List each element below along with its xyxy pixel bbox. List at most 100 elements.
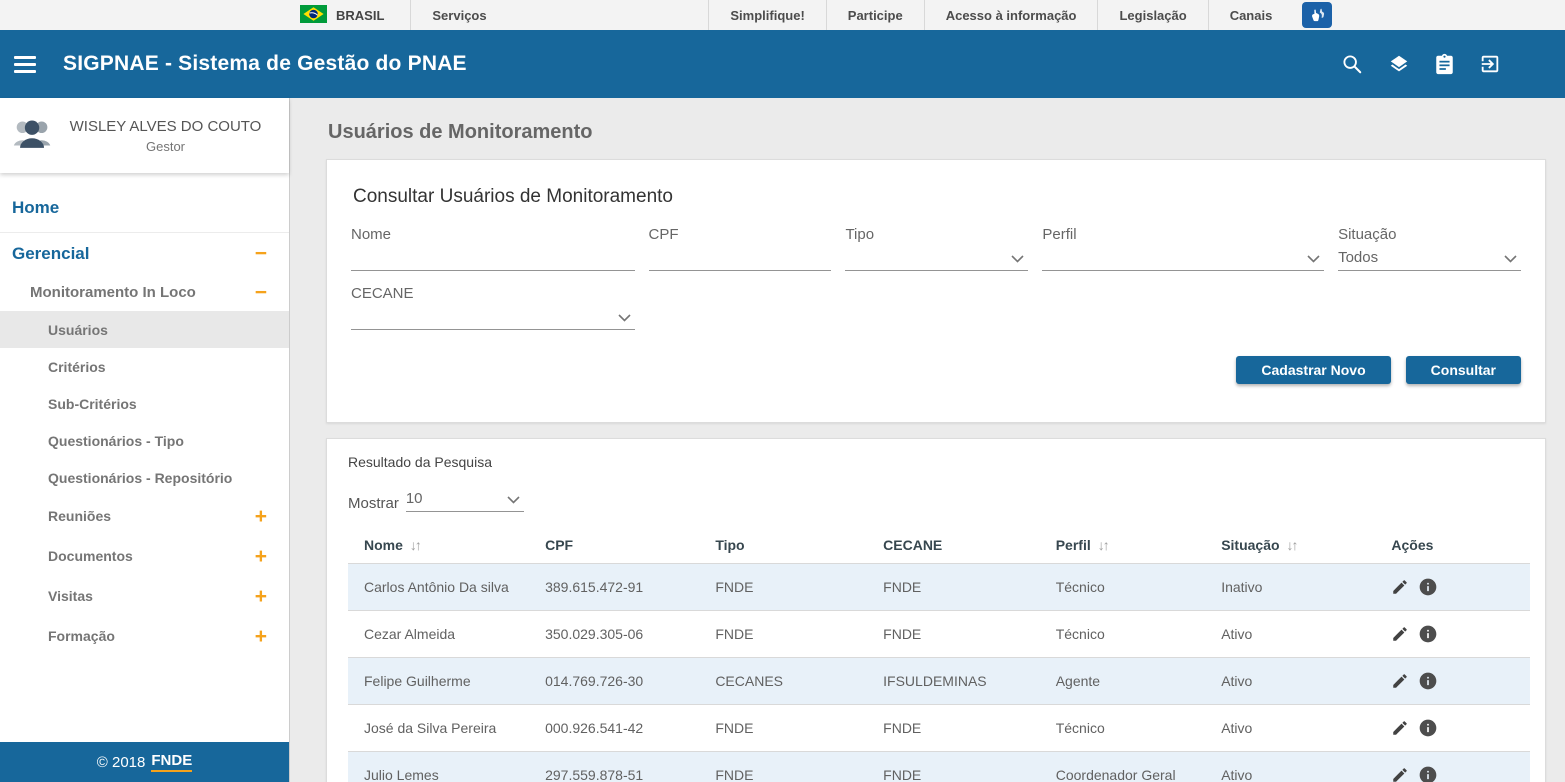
sort-icon[interactable]: ↓↑ — [410, 537, 420, 553]
collapse-icon[interactable]: − — [255, 282, 267, 303]
sort-icon[interactable]: ↓↑ — [1287, 537, 1297, 553]
cell-nome: José da Silva Pereira — [348, 705, 537, 752]
cell-nome: Julio Lemes — [348, 752, 537, 782]
cecane-select[interactable] — [351, 304, 635, 330]
sidebar-item-formacao[interactable]: Formação + — [0, 616, 289, 656]
sidebar-footer: © 2018 FNDE — [0, 742, 289, 782]
field-cpf: CPF — [649, 226, 832, 271]
sidebar-item-usuarios[interactable]: Usuários — [0, 311, 289, 348]
info-icon[interactable] — [1418, 577, 1438, 597]
sidebar-item-label: Documentos — [48, 548, 133, 564]
page-title: Usuários de Monitoramento — [328, 121, 1546, 144]
cell-tipo: FNDE — [707, 564, 875, 611]
sidebar-item-criterios[interactable]: Critérios — [0, 348, 289, 385]
cell-tipo: FNDE — [707, 752, 875, 782]
sort-icon[interactable]: ↓↑ — [1098, 537, 1108, 553]
info-icon[interactable] — [1418, 765, 1438, 782]
col-header-perfil[interactable]: Perfil↓↑ — [1048, 527, 1213, 564]
expand-icon[interactable]: + — [255, 546, 267, 567]
main-content: Usuários de Monitoramento Consultar Usuá… — [290, 98, 1565, 782]
cell-cpf: 350.029.305-06 — [537, 611, 707, 658]
tipo-select[interactable] — [845, 245, 1028, 271]
consultar-button[interactable]: Consultar — [1406, 356, 1521, 384]
results-card: Resultado da Pesquisa Mostrar 10 — [326, 438, 1546, 782]
field-tipo: Tipo — [845, 226, 1028, 271]
clipboard-icon[interactable] — [1435, 53, 1454, 75]
edit-icon[interactable] — [1391, 719, 1409, 737]
cell-situacao: Ativo — [1213, 658, 1383, 705]
layers-icon[interactable] — [1388, 53, 1410, 75]
cell-perfil: Agente — [1048, 658, 1213, 705]
table-row: Julio Lemes 297.559.878-51 FNDE FNDE Coo… — [348, 752, 1530, 782]
user-avatar-icon — [10, 113, 56, 158]
gov-brand-label: BRASIL — [336, 8, 384, 23]
info-icon[interactable] — [1418, 624, 1438, 644]
brazil-flag-icon — [300, 5, 327, 26]
info-icon[interactable] — [1418, 718, 1438, 738]
sidebar-item-sub-criterios[interactable]: Sub-Critérios — [0, 385, 289, 422]
sidebar-item-label: Formação — [48, 628, 115, 644]
gov-link-simplifique[interactable]: Simplifique! — [709, 0, 825, 30]
sidebar-item-label: Questionários - Repositório — [48, 470, 232, 486]
edit-icon[interactable] — [1391, 672, 1409, 690]
col-header-acoes: Ações — [1383, 527, 1530, 564]
expand-icon[interactable]: + — [255, 586, 267, 607]
info-icon[interactable] — [1418, 671, 1438, 691]
chevron-down-icon — [1307, 255, 1320, 263]
gov-link-participe[interactable]: Participe — [827, 0, 924, 30]
cell-situacao: Ativo — [1213, 752, 1383, 782]
gov-link-acesso-informacao[interactable]: Acesso à informação — [925, 0, 1098, 30]
search-icon[interactable] — [1341, 53, 1363, 75]
search-card-title: Consultar Usuários de Monitoramento — [353, 186, 1521, 208]
table-row: Felipe Guilherme 014.769.726-30 CECANES … — [348, 658, 1530, 705]
tipo-label: Tipo — [845, 226, 1028, 243]
cecane-label: CECANE — [351, 285, 635, 302]
show-label: Mostrar — [348, 495, 399, 512]
page-size-select[interactable]: 10 — [406, 486, 524, 512]
search-card: Consultar Usuários de Monitoramento Nome… — [326, 159, 1546, 423]
perfil-select[interactable] — [1042, 245, 1324, 271]
sidebar-item-home[interactable]: Home — [0, 189, 289, 226]
cell-cpf: 000.926.541-42 — [537, 705, 707, 752]
gov-link-servicos[interactable]: Serviços — [411, 0, 708, 30]
sidebar-item-visitas[interactable]: Visitas + — [0, 576, 289, 616]
gov-link-legislacao[interactable]: Legislação — [1098, 0, 1207, 30]
logout-icon[interactable] — [1479, 53, 1501, 75]
sidebar-item-questionarios-repositorio[interactable]: Questionários - Repositório — [0, 459, 289, 496]
situacao-select[interactable]: Todos — [1338, 245, 1521, 271]
col-header-nome[interactable]: Nome↓↑ — [348, 527, 537, 564]
expand-icon[interactable]: + — [255, 626, 267, 647]
sidebar-item-questionarios-tipo[interactable]: Questionários - Tipo — [0, 422, 289, 459]
situacao-label: Situação — [1338, 226, 1521, 243]
sidebar-item-documentos[interactable]: Documentos + — [0, 536, 289, 576]
cpf-input[interactable] — [649, 245, 832, 271]
menu-toggle-icon[interactable] — [12, 52, 38, 77]
cell-cecane: FNDE — [875, 564, 1048, 611]
expand-icon[interactable]: + — [255, 506, 267, 527]
sidebar-item-monitoramento-in-loco[interactable]: Monitoramento In Loco − — [0, 274, 289, 311]
sidebar-item-label: Gerencial — [12, 244, 90, 264]
gov-brand: BRASIL — [300, 0, 410, 30]
edit-icon[interactable] — [1391, 578, 1409, 596]
user-role: Gestor — [56, 139, 275, 154]
field-perfil: Perfil — [1042, 226, 1324, 271]
vlibras-accessibility-icon[interactable] — [1302, 2, 1332, 28]
cell-cecane: IFSULDEMINAS — [875, 658, 1048, 705]
gov-link-canais[interactable]: Canais — [1209, 0, 1294, 30]
sidebar-item-gerencial[interactable]: Gerencial − — [0, 232, 289, 274]
page: BRASIL Serviços Simplifique! Participe A… — [0, 0, 1565, 782]
edit-icon[interactable] — [1391, 766, 1409, 782]
fnde-link[interactable]: FNDE — [151, 752, 192, 772]
collapse-icon[interactable]: − — [255, 243, 267, 264]
field-situacao: Situação Todos — [1338, 226, 1521, 271]
cadastrar-novo-button[interactable]: Cadastrar Novo — [1236, 356, 1390, 384]
edit-icon[interactable] — [1391, 625, 1409, 643]
cpf-label: CPF — [649, 226, 832, 243]
col-header-situacao[interactable]: Situação↓↑ — [1213, 527, 1383, 564]
sidebar-item-reunioes[interactable]: Reuniões + — [0, 496, 289, 536]
app-title: SIGPNAE - Sistema de Gestão do PNAE — [63, 52, 467, 76]
col-header-tipo: Tipo — [707, 527, 875, 564]
cell-situacao: Inativo — [1213, 564, 1383, 611]
nome-input[interactable] — [351, 245, 635, 271]
field-nome: Nome — [351, 226, 635, 271]
